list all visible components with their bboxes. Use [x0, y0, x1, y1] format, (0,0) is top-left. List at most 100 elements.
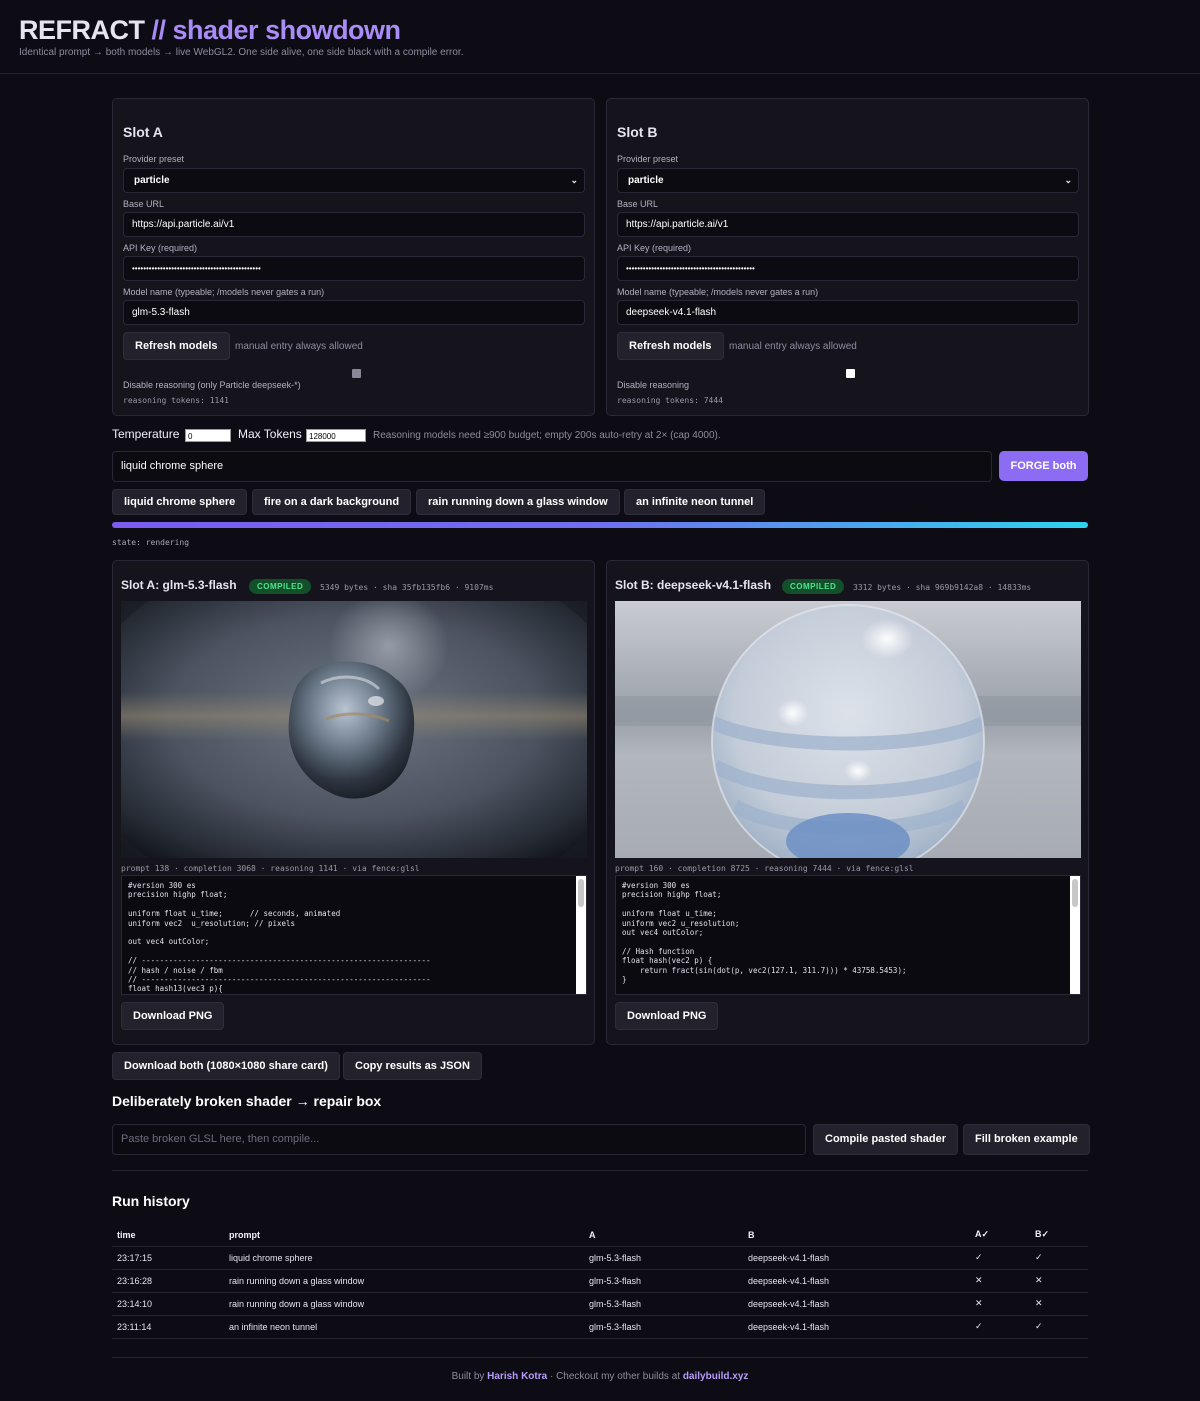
footer: Built by Harish Kotra · Checkout my othe… — [0, 1371, 1200, 1382]
col-b-ok: B✓ — [1030, 1224, 1088, 1247]
slot-b-disable-reasoning-checkbox[interactable] — [846, 369, 855, 378]
cell-model-a: glm-5.3-flash — [584, 1269, 743, 1293]
result-b-meta: 3312 bytes · sha 969b9142a8 · 14833ms — [853, 583, 1032, 592]
slot-b-api-key-label: API Key (required) — [617, 243, 692, 253]
result-b-code-text: #version 300 es precision highp float; u… — [622, 881, 907, 985]
footer-author-link[interactable]: Harish Kotra — [487, 1371, 547, 1382]
cell-model-b: deepseek-v4.1-flash — [743, 1292, 970, 1316]
slot-b-api-key-input[interactable]: ••••••••••••••••••••••••••••••••••••••••… — [617, 256, 1079, 281]
copy-json-button[interactable]: Copy results as JSON — [343, 1052, 482, 1080]
max-tokens-label: Max Tokens — [238, 427, 302, 441]
fill-broken-example-button[interactable]: Fill broken example — [963, 1124, 1090, 1155]
slot-b-disable-reasoning-label: Disable reasoning — [617, 380, 690, 390]
cell-time: 23:14:10 — [112, 1292, 224, 1316]
result-b-status-badge: COMPILED — [782, 579, 845, 594]
result-b-render — [615, 601, 1081, 858]
slot-b-preset-select[interactable]: particle ⌄ — [617, 168, 1079, 193]
slot-a-api-key-label: API Key (required) — [123, 243, 198, 253]
slot-b-model-input[interactable]: deepseek-v4.1-flash — [617, 300, 1079, 325]
broken-shader-input[interactable]: Paste broken GLSL here, then compile... — [112, 1124, 806, 1155]
slot-a-preset-value: particle — [134, 175, 170, 186]
slot-a-disable-reasoning-label: Disable reasoning (only Particle deepsee… — [123, 380, 301, 390]
col-a-ok: A✓ — [970, 1224, 1030, 1247]
app-header: REFRACT // shader showdown Identical pro… — [0, 0, 1200, 74]
result-a-code[interactable]: #version 300 es precision highp float; u… — [121, 875, 587, 995]
col-b: B — [743, 1224, 970, 1247]
footer-site-link[interactable]: dailybuild.xyz — [683, 1371, 749, 1382]
forge-both-button[interactable]: FORGE both — [999, 451, 1088, 481]
result-b-code[interactable]: #version 300 es precision highp float; u… — [615, 875, 1081, 995]
temperature-input[interactable]: 0 — [185, 429, 231, 442]
slot-b-base-url-input[interactable]: https://api.particle.ai/v1 — [617, 212, 1079, 237]
cell-b-status: ✕ — [1030, 1292, 1088, 1316]
app-subtitle: Identical prompt → both models → live We… — [19, 47, 464, 58]
result-a-code-scroll-thumb[interactable] — [578, 879, 584, 907]
cell-prompt: an infinite neon tunnel — [224, 1315, 584, 1339]
table-row[interactable]: 23:17:15 liquid chrome sphere glm-5.3-fl… — [112, 1246, 1088, 1270]
slot-a-preset-select[interactable]: particle ⌄ — [123, 168, 585, 193]
table-row[interactable]: 23:11:14 an infinite neon tunnel glm-5.3… — [112, 1315, 1088, 1339]
slot-a-disable-reasoning-checkbox[interactable] — [352, 369, 361, 378]
result-a-status-badge: COMPILED — [249, 579, 312, 594]
cell-a-status: ✓ — [970, 1315, 1030, 1339]
preset-chip-rain[interactable]: rain running down a glass window — [416, 489, 620, 515]
result-b-canvas[interactable] — [615, 601, 1081, 858]
result-b-download-png-button[interactable]: Download PNG — [615, 1002, 719, 1030]
progress-bar — [112, 522, 1088, 528]
cell-model-a: glm-5.3-flash — [584, 1246, 743, 1270]
cell-a-status: ✕ — [970, 1292, 1030, 1316]
preset-chip-liquid-chrome[interactable]: liquid chrome sphere — [112, 489, 248, 515]
run-history-table: time prompt A B A✓ B✓ 23:17:15 liquid ch… — [112, 1224, 1088, 1339]
table-row[interactable]: 23:14:10 rain running down a glass windo… — [112, 1292, 1088, 1316]
slot-b-refresh-hint: manual entry always allowed — [729, 341, 857, 352]
cell-model-a: glm-5.3-flash — [584, 1315, 743, 1339]
slot-a-base-url-input[interactable]: https://api.particle.ai/v1 — [123, 212, 585, 237]
col-time: time — [112, 1224, 224, 1247]
slot-a-refresh-models-button[interactable]: Refresh models — [123, 332, 230, 360]
result-b-code-scrollbar[interactable] — [1070, 876, 1080, 994]
slot-a-api-key-input[interactable]: ••••••••••••••••••••••••••••••••••••••••… — [123, 256, 585, 281]
app-title-accent: // shader showdown — [151, 15, 402, 45]
prompt-input[interactable]: liquid chrome sphere — [112, 451, 992, 482]
result-a-code-scrollbar[interactable] — [576, 876, 586, 994]
temperature-label: Temperature — [112, 427, 180, 441]
state-line: state: rendering — [112, 538, 190, 547]
cell-prompt: rain running down a glass window — [224, 1269, 584, 1293]
cell-time: 23:11:14 — [112, 1315, 224, 1339]
slot-b-card: Slot B Provider preset particle ⌄ Base UR… — [606, 98, 1089, 416]
slot-a-card: Slot A Provider preset particle ⌄ Base UR… — [112, 98, 595, 416]
footer-prefix: Built by — [451, 1371, 485, 1382]
app-title-main: REFRACT — [19, 15, 145, 45]
history-header-row: time prompt A B A✓ B✓ — [112, 1224, 1088, 1247]
result-a-meta: 5349 bytes · sha 35fb135fb6 · 9107ms — [320, 583, 494, 592]
preset-chip-neon-tunnel[interactable]: an infinite neon tunnel — [624, 489, 766, 515]
chevron-down-icon: ⌄ — [1064, 175, 1072, 185]
slot-b-refresh-models-button[interactable]: Refresh models — [617, 332, 724, 360]
result-a-canvas[interactable] — [121, 601, 587, 858]
slot-a-model-input[interactable]: glm-5.3-flash — [123, 300, 585, 325]
cell-model-b: deepseek-v4.1-flash — [743, 1269, 970, 1293]
budget-hint: Reasoning models need ≥900 budget; empty… — [373, 430, 721, 441]
cell-a-status: ✕ — [970, 1269, 1030, 1293]
slot-b-reasoning-tokens: reasoning tokens: 7444 — [617, 396, 723, 405]
result-a-download-png-button[interactable]: Download PNG — [121, 1002, 225, 1030]
result-b-title: Slot B: deepseek-v4.1-flash — [615, 578, 772, 592]
result-a-code-text: #version 300 es precision highp float; u… — [128, 881, 431, 994]
result-b-code-scroll-thumb[interactable] — [1072, 879, 1078, 907]
result-a-usage: prompt 138 · completion 3068 · reasoning… — [121, 864, 420, 873]
preset-chip-fire[interactable]: fire on a dark background — [252, 489, 412, 515]
result-b-usage: prompt 160 · completion 8725 · reasoning… — [615, 864, 914, 873]
max-tokens-input[interactable]: 128000 — [306, 429, 366, 442]
table-row[interactable]: 23:16:28 rain running down a glass windo… — [112, 1269, 1088, 1293]
col-a: A — [584, 1224, 743, 1247]
cell-model-a: glm-5.3-flash — [584, 1292, 743, 1316]
slot-b-title: Slot B — [617, 124, 658, 140]
cell-prompt: liquid chrome sphere — [224, 1246, 584, 1270]
cell-prompt: rain running down a glass window — [224, 1292, 584, 1316]
broken-shader-title: Deliberately broken shader → repair box — [112, 1093, 382, 1109]
compile-pasted-shader-button[interactable]: Compile pasted shader — [813, 1124, 959, 1155]
slot-a-title: Slot A — [123, 124, 163, 140]
cell-time: 23:17:15 — [112, 1246, 224, 1270]
download-both-button[interactable]: Download both (1080×1080 share card) — [112, 1052, 340, 1080]
cell-a-status: ✓ — [970, 1246, 1030, 1270]
